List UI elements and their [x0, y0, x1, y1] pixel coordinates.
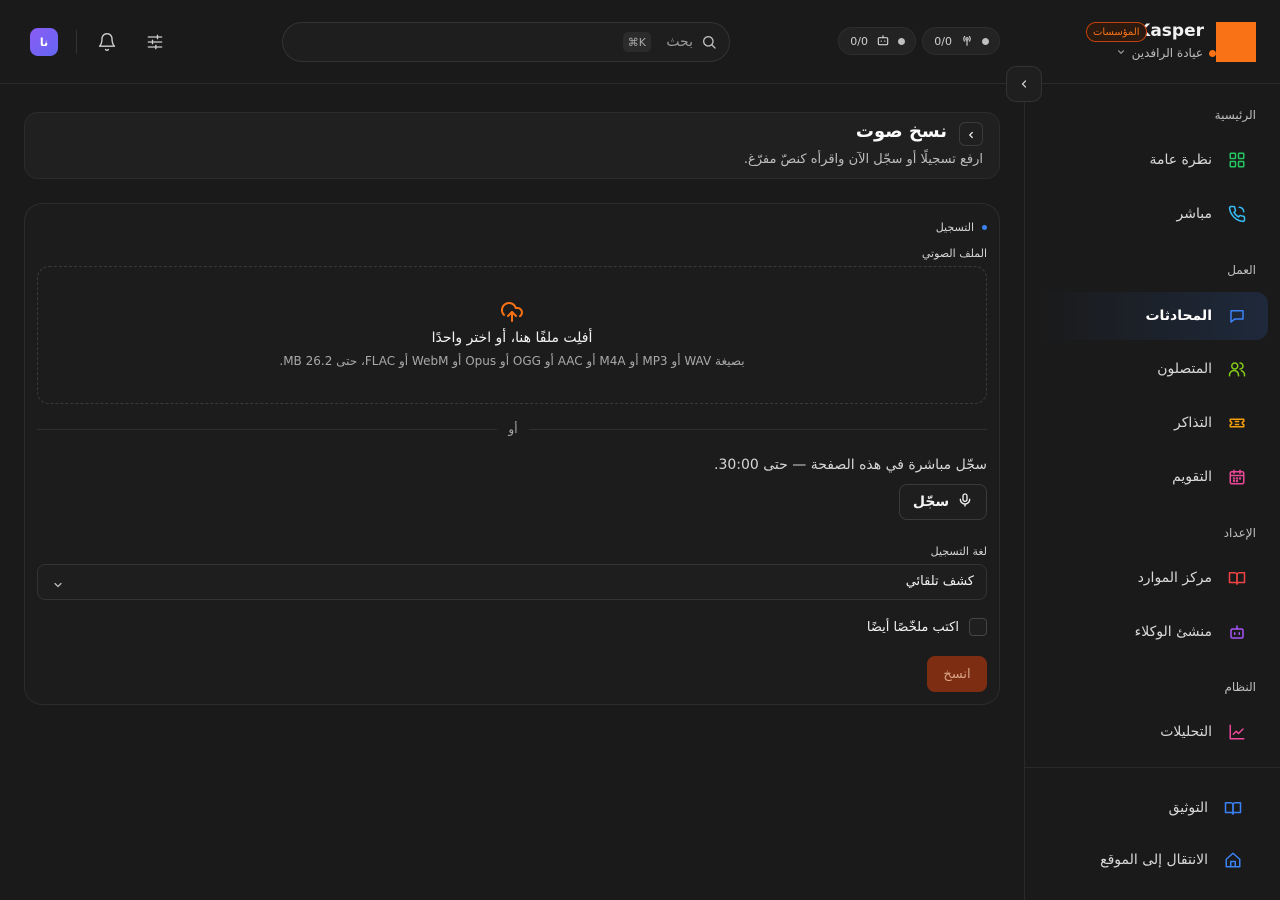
record-hint: سجّل مباشرة في هذه الصفحة — حتى 30:00.	[713, 457, 987, 473]
chat-icon	[1228, 307, 1246, 325]
audio-file-label: الملف الصوتي	[921, 247, 987, 260]
sidebar-item-label: التحليلات	[1160, 724, 1212, 740]
status-dot	[982, 37, 989, 45]
sidebar-item-tickets[interactable]: التذاكر	[1036, 399, 1268, 447]
docs-book-icon	[1224, 799, 1242, 817]
search-shortcut: ⌘K	[622, 32, 651, 52]
sidebar-item-label: مباشر	[1176, 206, 1212, 222]
live-status-pill[interactable]: 0/0	[922, 27, 1000, 55]
sidebar-item-label: الانتقال إلى الموقع	[1100, 852, 1208, 868]
page-subtitle: ارفع تسجيلًا أو سجّل الآن واقرأه كنصّ مف…	[743, 152, 983, 167]
page-header: نسخ صوت ارفع تسجيلًا أو سجّل الآن واقرأه…	[24, 112, 1000, 179]
chart-icon	[1228, 723, 1246, 741]
sidebar-item-conversations[interactable]: المحادثات	[1036, 292, 1268, 340]
or-separator: أو	[508, 422, 518, 436]
workspace-name: عيادة الرافدين	[1131, 46, 1203, 60]
divider	[76, 30, 77, 54]
users-icon	[1228, 360, 1246, 378]
chevron-down-icon	[1116, 46, 1126, 60]
book-icon	[1228, 569, 1246, 587]
workspace-switcher[interactable]: عيادة الرافدين	[1116, 46, 1216, 60]
sidebar-item-label: التوثيق	[1168, 800, 1208, 816]
sidebar-item-calendar[interactable]: التقويم	[1036, 453, 1268, 501]
summary-option[interactable]: اكتب ملخّصًا أيضًا	[867, 618, 987, 636]
search-input[interactable]: بحث ⌘K	[282, 22, 730, 62]
transcribe-card: التسجيل الملف الصوتي أفلِت ملفًا هنا، أو…	[24, 203, 1000, 705]
sidebar-item-callers[interactable]: المتصلون	[1036, 345, 1268, 393]
state-label: التسجيل	[935, 221, 974, 234]
plan-badge: المؤسسات	[1086, 22, 1147, 42]
sidebar-item-label: نظرة عامة	[1149, 152, 1212, 168]
page-title: نسخ صوت	[855, 121, 947, 142]
workspace-dot	[1209, 49, 1216, 57]
sidebar-item-label: التذاكر	[1173, 415, 1212, 431]
top-bar: نا بحث ⌘K 0/0 0/0 Kasper المؤسسات عيادة …	[0, 0, 1280, 84]
sidebar-item-analytics[interactable]: التحليلات	[1036, 708, 1268, 756]
sidebar-item-go-to-site[interactable]: الانتقال إلى الموقع	[1036, 836, 1268, 884]
chevron-down-icon	[52, 576, 64, 595]
record-button-label: سجّل	[912, 494, 950, 510]
sidebar-collapse-button[interactable]	[1006, 66, 1042, 102]
phone-call-icon	[1228, 205, 1246, 223]
broadcast-icon	[960, 33, 974, 50]
sidebar: الرئيسية نظرة عامة مباشر العمل المحادثات…	[1024, 84, 1280, 900]
cloud-upload-icon	[500, 300, 524, 328]
calendar-icon	[1228, 468, 1246, 486]
live-count: 0/0	[934, 34, 952, 48]
record-button[interactable]: سجّل	[899, 484, 987, 520]
language-value: كشف تلقائي	[905, 574, 974, 589]
dropzone-title: أفلِت ملفًا هنا، أو اختر واحدًا	[431, 330, 593, 346]
home-icon	[1224, 851, 1242, 869]
sidebar-item-label: التقويم	[1172, 469, 1212, 485]
file-dropzone[interactable]: أفلِت ملفًا هنا، أو اختر واحدًا بصيغة WA…	[37, 266, 987, 404]
notifications-bell-icon[interactable]	[95, 30, 119, 54]
settings-sliders-icon[interactable]	[143, 30, 167, 54]
avatar[interactable]: نا	[30, 28, 58, 56]
language-label: لغة التسجيل	[930, 545, 987, 558]
chevron-left-icon	[966, 125, 976, 144]
search-icon	[701, 34, 717, 54]
sidebar-item-overview[interactable]: نظرة عامة	[1036, 136, 1268, 184]
sidebar-item-label: المحادثات	[1145, 308, 1212, 324]
sidebar-divider	[1025, 767, 1280, 768]
brand-name: Kasper	[1137, 21, 1204, 41]
brand-logo[interactable]	[1216, 22, 1256, 62]
recording-state: التسجيل	[936, 221, 987, 234]
robot-icon	[876, 33, 890, 50]
sidebar-item-label: المتصلون	[1157, 361, 1212, 377]
sidebar-item-live[interactable]: مباشر	[1036, 190, 1268, 238]
microphone-icon	[957, 492, 973, 512]
section-label-work: العمل	[1227, 263, 1256, 277]
grid-icon	[1228, 151, 1246, 169]
transcribe-button[interactable]: انسخ	[927, 656, 987, 692]
back-button[interactable]	[959, 122, 983, 146]
section-label-home: الرئيسية	[1214, 108, 1256, 122]
sidebar-item-docs[interactable]: التوثيق	[1036, 784, 1268, 832]
sidebar-item-label: مركز الموارد	[1137, 570, 1212, 586]
agents-count: 0/0	[850, 34, 868, 48]
divider-right	[529, 429, 987, 430]
summary-checkbox-label: اكتب ملخّصًا أيضًا	[866, 619, 959, 635]
state-dot	[982, 225, 987, 230]
sidebar-item-resource-center[interactable]: مركز الموارد	[1036, 554, 1268, 602]
status-dot	[898, 37, 905, 45]
language-select[interactable]: كشف تلقائي	[37, 564, 987, 600]
search-label: بحث	[666, 34, 693, 50]
agents-status-pill[interactable]: 0/0	[838, 27, 916, 55]
divider-left	[37, 429, 497, 430]
summary-checkbox[interactable]	[969, 618, 987, 636]
section-label-setup: الإعداد	[1223, 526, 1256, 540]
chevron-left-icon	[1018, 75, 1030, 94]
section-label-system: النظام	[1224, 680, 1256, 694]
dropzone-formats: بصيغة WAV أو MP3 أو M4A أو AAC أو OGG أو…	[279, 354, 745, 368]
sidebar-item-agent-builder[interactable]: منشئ الوكلاء	[1036, 608, 1268, 656]
bot-icon	[1228, 623, 1246, 641]
ticket-icon	[1228, 414, 1246, 432]
sidebar-item-label: منشئ الوكلاء	[1134, 624, 1212, 640]
